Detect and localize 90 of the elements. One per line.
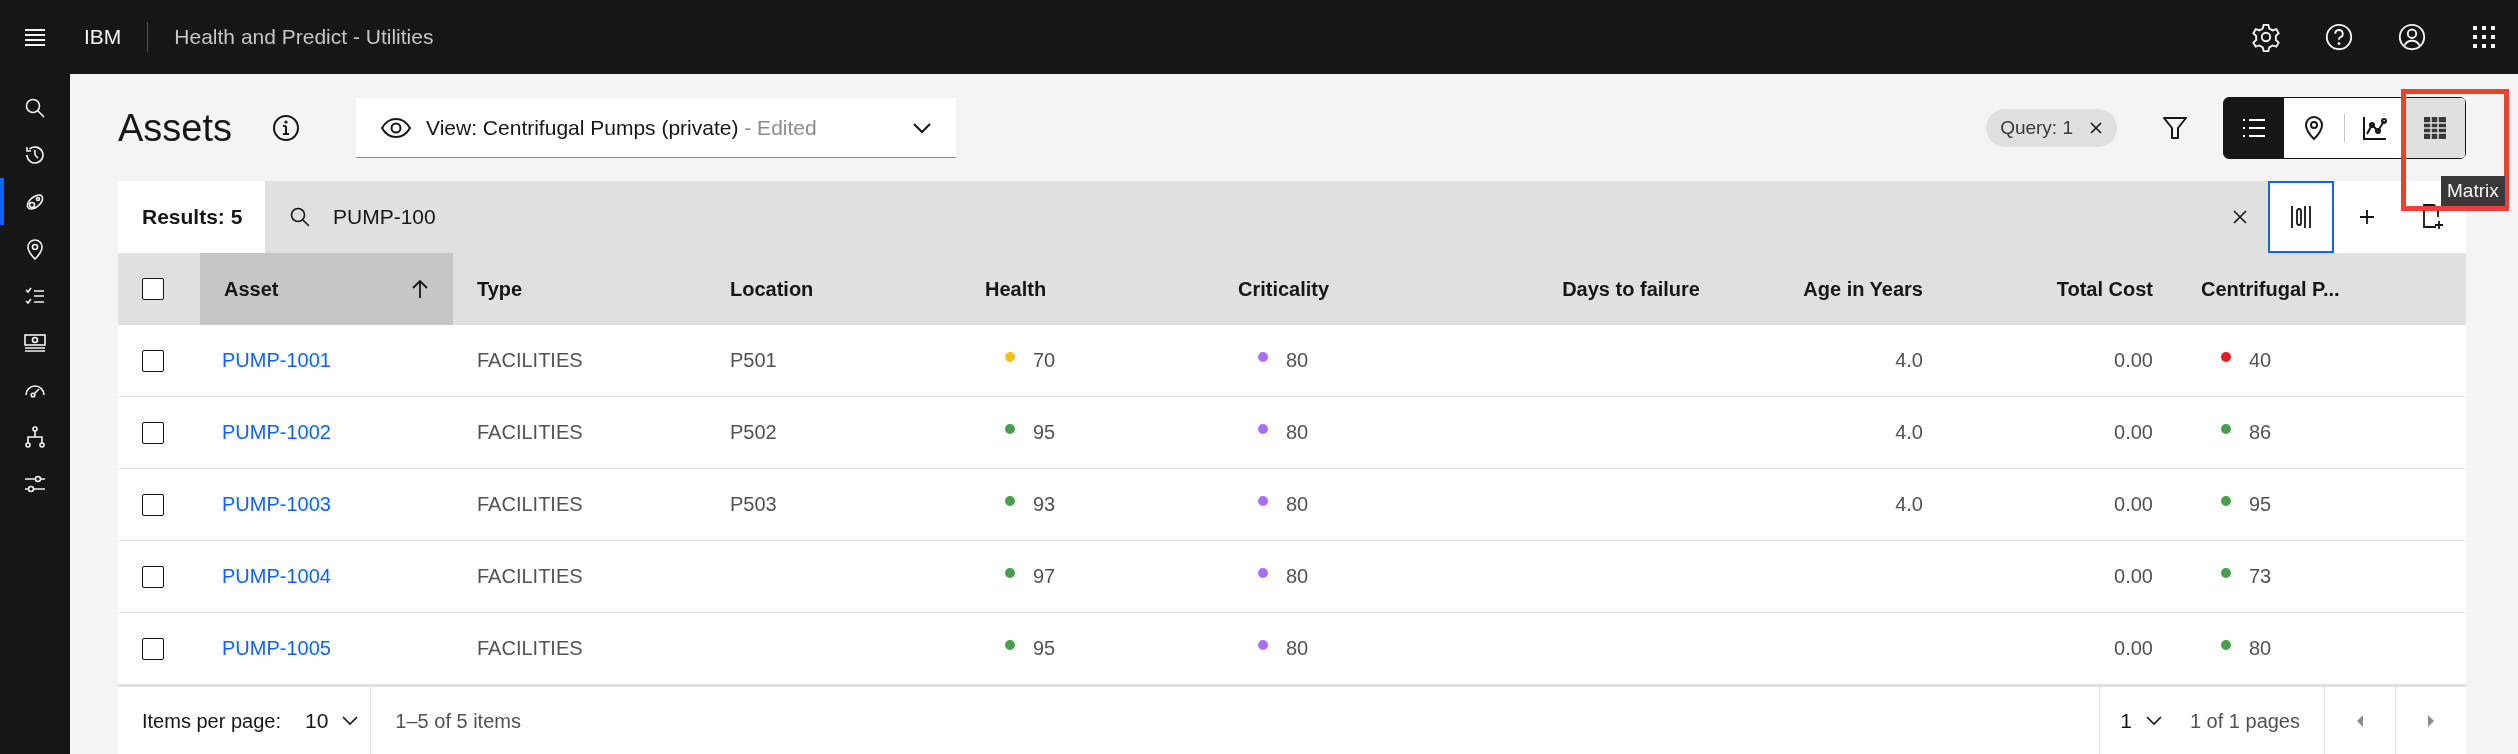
table-cell: 95	[2249, 493, 2272, 516]
asset-link[interactable]: PUMP-1005	[222, 637, 331, 660]
page-count: 1 of 1 pages	[2188, 709, 2301, 733]
table-cell: FACILITIES	[477, 493, 583, 516]
table-cell: 4.0	[1895, 421, 1923, 444]
column-header[interactable]: Days to failure	[1467, 253, 1724, 325]
column-header[interactable]: Type	[453, 253, 706, 325]
row-checkbox[interactable]	[142, 637, 164, 660]
table-cell: P501	[730, 349, 777, 372]
table-cell: 0.00	[2114, 349, 2153, 372]
brand-name[interactable]: IBM	[84, 25, 122, 49]
grid-icon	[2421, 114, 2449, 142]
table-cell: 73	[2249, 565, 2272, 588]
table-cell: 0.00	[2114, 493, 2153, 516]
query-tag-label: Query: 1	[2000, 117, 2073, 139]
product-name: Health and Predict - Utilities	[174, 25, 434, 49]
eye-icon	[380, 116, 413, 139]
columns-icon	[2290, 204, 2312, 230]
table-cell: P502	[730, 421, 777, 444]
view-switch-button[interactable]	[2405, 98, 2465, 158]
info-icon[interactable]	[272, 114, 301, 142]
table-cell: FACILITIES	[477, 565, 583, 588]
table-cell: 95	[1033, 421, 1056, 444]
select-all-checkbox[interactable]	[142, 278, 164, 300]
table-cell: FACILITIES	[477, 349, 583, 372]
item-range: 1–5 of 5 items	[394, 709, 522, 733]
table-cell: 0.00	[2114, 421, 2153, 444]
asset-link[interactable]: PUMP-1003	[222, 493, 331, 516]
items-per-page-label: Items per page:	[141, 709, 282, 733]
results-count: Results: 5	[141, 204, 244, 230]
app-switcher-icon[interactable]	[2470, 23, 2498, 51]
clear-icon[interactable]	[2232, 209, 2248, 225]
help-icon[interactable]	[2324, 22, 2354, 52]
row-checkbox[interactable]	[142, 349, 164, 372]
column-header[interactable]: Total Cost	[1947, 253, 2177, 325]
table-cell: 97	[1033, 565, 1056, 588]
filter-icon[interactable]	[2161, 114, 2189, 142]
hierarchy-icon	[23, 424, 47, 449]
asset-link[interactable]: PUMP-1001	[222, 349, 331, 372]
tooltip: Matrix	[2441, 176, 2505, 206]
view-dropdown[interactable]: View: Centrifugal Pumps (private) - Edited	[356, 98, 957, 158]
table-cell: 86	[2249, 421, 2272, 444]
close-icon[interactable]	[2089, 121, 2103, 135]
table-cell: 80	[2249, 637, 2272, 660]
row-checkbox[interactable]	[142, 421, 164, 444]
chevron-icon	[342, 716, 359, 726]
table-cell: 40	[2249, 349, 2272, 372]
asset-link[interactable]: PUMP-1004	[222, 565, 331, 588]
search-field[interactable]: PUMP-100	[265, 181, 2268, 253]
table-cell: FACILITIES	[477, 421, 583, 444]
table-cell: 80	[1286, 637, 1309, 660]
table-cell: FACILITIES	[477, 637, 583, 660]
table-cell: 0.00	[2114, 565, 2153, 588]
page-select[interactable]: 1	[2100, 709, 2166, 733]
settings-icon[interactable]	[2251, 22, 2281, 52]
line-chart-icon	[2361, 114, 2389, 142]
table-cell: 93	[1033, 493, 1056, 516]
chevron-icon	[2145, 716, 2162, 726]
left-triangle-icon	[2355, 714, 2365, 728]
export-icon	[2422, 203, 2444, 231]
page-size-select[interactable]: 10	[304, 709, 363, 733]
asset-link[interactable]: PUMP-1002	[222, 421, 331, 444]
table-cell: 70	[1033, 349, 1056, 372]
column-settings-button[interactable]	[2268, 181, 2334, 253]
table-cell: 0.00	[2114, 637, 2153, 660]
user-icon[interactable]	[2397, 22, 2427, 52]
right-triangle-icon	[2426, 714, 2436, 728]
table-cell: 95	[1033, 637, 1056, 660]
table-cell: 4.0	[1895, 493, 1923, 516]
sort-arrow-icon	[411, 279, 429, 299]
column-header[interactable]: Centrifugal P...	[2177, 253, 2466, 325]
table-cell: 80	[1286, 565, 1309, 588]
row-checkbox[interactable]	[142, 493, 164, 516]
chevron-icon	[912, 121, 933, 134]
column-header[interactable]: Criticality	[1214, 253, 1467, 325]
search-input[interactable]: PUMP-100	[331, 204, 2212, 230]
column-header[interactable]: Asset	[200, 253, 453, 325]
table-cell: 80	[1286, 349, 1309, 372]
column-header[interactable]: Health	[961, 253, 1214, 325]
search-icon	[289, 206, 311, 228]
column-header[interactable]: Age in Years	[1724, 253, 1947, 325]
table-cell: 80	[1286, 493, 1309, 516]
view-switch-button[interactable]	[2224, 98, 2284, 158]
table-cell: P503	[730, 493, 777, 516]
table-cell: 4.0	[1895, 349, 1923, 372]
page-title: Assets	[118, 106, 233, 150]
column-header[interactable]: Location	[706, 253, 961, 325]
table-cell: 80	[1286, 421, 1309, 444]
plus-icon	[2357, 207, 2377, 227]
row-checkbox[interactable]	[142, 565, 164, 588]
